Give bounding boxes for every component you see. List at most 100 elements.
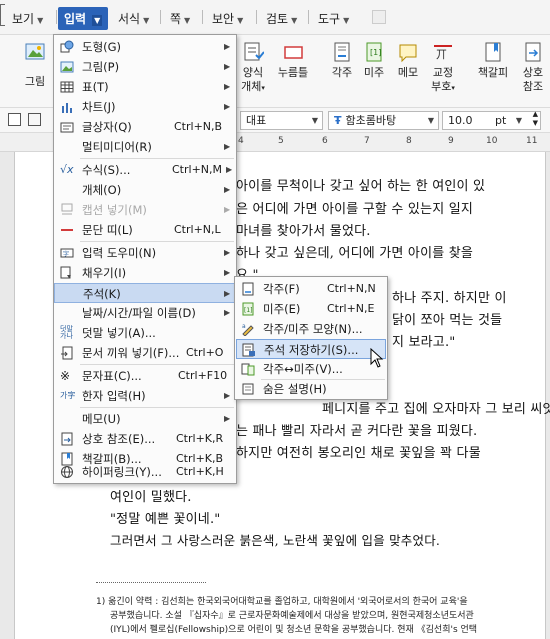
menu-item-date-time[interactable]: 날짜/시간/파일 이름(D) ▶	[54, 303, 236, 323]
menu-format[interactable]: 서식 ▼	[118, 10, 149, 27]
crossref-label-2: 참조	[522, 80, 544, 93]
picture-button[interactable]: 그림	[20, 41, 50, 88]
spinner-icon[interactable]: ▲ ▼	[533, 110, 538, 128]
menu-item-caption[interactable]: 캡션 넣기(M) ▶	[54, 200, 236, 220]
chevron-right-icon: ▶	[224, 414, 231, 423]
chart-icon	[62, 103, 72, 113]
chevron-right-icon: ▶	[224, 82, 231, 91]
menu-item-annotation[interactable]: 주석(K) ▶	[54, 283, 236, 303]
menu-review[interactable]: 검토 ▼	[266, 10, 297, 27]
memo-button[interactable]: 메모	[393, 41, 423, 80]
menu-item-label: 한자 입력(H)	[82, 389, 146, 403]
endnote-button[interactable]: [1] 미주	[360, 41, 388, 80]
menu-item-label: 각주/미주 모양(N)...	[263, 322, 363, 336]
print-icon[interactable]	[8, 113, 21, 126]
textbox-icon	[60, 122, 74, 133]
menu-security[interactable]: 보안 ▼	[212, 10, 243, 27]
form-object-button[interactable]: 양식 개체▾	[236, 41, 270, 95]
submenu-item-save-notes[interactable]: 주석 저장하기(S)...	[236, 339, 386, 359]
input-menu: 도형(G) ▶ 그림(P) ▶ 표(T) ▶ 차트(J) ▶ 글상자(Q) Ct…	[53, 34, 237, 484]
menu-bar: 보기 ▼ 입력 ▼ 서식 ▼ 쪽 ▼ 보안 ▼ 검토 ▼ 도구 ▼	[0, 0, 550, 35]
ruler-number: 10	[486, 136, 498, 146]
divider	[160, 10, 161, 24]
svg-text:丌: 丌	[436, 48, 447, 61]
hidden-comment-icon	[242, 383, 254, 395]
menu-format-label: 서식	[118, 12, 141, 26]
menu-item-cross-reference[interactable]: 상호 참조(E)... Ctrl+K,R	[54, 429, 236, 449]
ruler-number: 4	[238, 136, 244, 146]
menu-item-chart[interactable]: 차트(J) ▶	[54, 97, 236, 117]
ruler-number: 8	[406, 136, 412, 146]
menu-item-table[interactable]: 표(T) ▶	[54, 77, 236, 97]
menu-item-ruby[interactable]: 덧말 가나 덧말 넣기(A)...	[54, 323, 236, 343]
hyperlink-icon	[61, 466, 73, 478]
ruler-number: 9	[448, 136, 454, 146]
menu-item-object[interactable]: 개체(O) ▶	[54, 180, 236, 200]
menu-item-label: 표(T)	[82, 80, 109, 94]
menu-item-label: 입력 도우미(N)	[82, 246, 157, 260]
menu-item-symbols[interactable]: ※ 문자표(C)... Ctrl+F10	[54, 366, 236, 386]
menu-page[interactable]: 쪽 ▼	[170, 10, 190, 27]
ruby-text-icon: 덧말 가나	[60, 325, 73, 340]
submenu-item-endnote[interactable]: [1] 미주(E) Ctrl+N,E	[235, 299, 387, 319]
menu-item-label: 개체(O)	[82, 183, 122, 197]
menu-view[interactable]: 보기 ▼	[12, 10, 43, 27]
chevron-down-icon: ▼	[184, 16, 191, 25]
menu-item-label: 문자표(C)...	[82, 369, 142, 383]
chevron-right-icon: ▶	[224, 308, 231, 317]
menu-tools[interactable]: 도구 ▼	[318, 10, 349, 27]
chevron-down-icon: ▼	[427, 116, 434, 125]
menu-item-fill[interactable]: 채우기(I) ▶	[54, 263, 236, 283]
style-select[interactable]: 대표 ▼	[240, 111, 323, 130]
page-view-icon[interactable]	[28, 113, 41, 126]
proof-mark-button[interactable]: 丌 교정 부호▾	[428, 41, 458, 95]
click-field-button[interactable]: 누름틀	[276, 41, 310, 80]
svg-text:字: 字	[63, 250, 69, 258]
menu-item-picture[interactable]: 그림(P) ▶	[54, 57, 236, 77]
bookmark-button[interactable]: 책갈피	[476, 41, 510, 80]
equation-icon: √x	[60, 163, 74, 176]
proof-label-1: 교정	[432, 66, 454, 79]
menu-item-textbox[interactable]: 글상자(Q) Ctrl+N,B	[54, 117, 236, 137]
chevron-right-icon: ▶	[224, 142, 231, 151]
menu-item-label: 문서 끼워 넣기(F)...	[82, 346, 180, 360]
menu-item-input-helper[interactable]: 字 입력 도우미(N) ▶	[54, 243, 236, 263]
menu-view-label: 보기	[12, 12, 35, 26]
mouse-cursor-icon	[370, 348, 384, 368]
menu-item-hyperlink[interactable]: 하이퍼링크(Y)... Ctrl+K,H	[54, 463, 236, 481]
font-size-select[interactable]: 10.0 pt ▼ ▲ ▼	[442, 110, 541, 130]
footnote-label: 각주	[331, 66, 353, 79]
chevron-right-icon: ▶	[224, 205, 231, 214]
memo-label: 메모	[397, 66, 419, 79]
cross-reference-button[interactable]: 상호 참조	[516, 41, 550, 94]
font-size-value: 10.0	[448, 114, 473, 127]
footnote-button[interactable]: 각주	[328, 41, 356, 80]
submenu-item-convert-notes[interactable]: 각주↔미주(V)...	[235, 359, 387, 379]
menu-item-shortcut: Ctrl+N,L	[174, 223, 221, 236]
menu-item-memo[interactable]: 메모(U) ▶	[54, 409, 236, 429]
submenu-item-note-shape[interactable]: a 각주/미주 모양(N)...	[235, 319, 387, 339]
chevron-right-icon: ▶	[226, 165, 233, 174]
menu-item-shortcut: Ctrl+O	[186, 346, 224, 359]
menu-item-multimedia[interactable]: 멀티미디어(R) ▶	[54, 137, 236, 157]
menu-item-shape[interactable]: 도형(G) ▶	[54, 37, 236, 57]
caption-icon	[61, 203, 73, 215]
click-field-label: 누름틀	[277, 66, 309, 79]
picture-label: 그림	[24, 75, 46, 88]
font-select[interactable]: Ŧ 함초롬바탕 ▼	[328, 111, 439, 130]
menu-item-shortcut: Ctrl+N,M	[172, 163, 223, 176]
submenu-item-footnote[interactable]: 각주(F) Ctrl+N,N	[235, 279, 387, 299]
cross-reference-icon	[61, 432, 73, 446]
input-helper-icon: 字	[60, 248, 74, 258]
menu-input[interactable]: 입력 ▼	[58, 7, 109, 30]
menu-item-paragraph-band[interactable]: 문단 띠(L) Ctrl+N,L	[54, 220, 236, 240]
chevron-down-icon: ▼	[311, 116, 318, 125]
menu-item-hanja[interactable]: 가字 한자 입력(H) ▶	[54, 386, 236, 406]
quick-access-icon[interactable]	[372, 10, 386, 24]
menu-item-equation[interactable]: √x 수식(S)... Ctrl+N,M ▶	[54, 160, 236, 180]
menu-item-insert-document[interactable]: 문서 끼워 넣기(F)... Ctrl+O	[54, 343, 236, 363]
chevron-right-icon: ▶	[224, 102, 231, 111]
submenu-item-hidden-comment[interactable]: 숨은 설명(H)	[235, 379, 387, 399]
chevron-right-icon: ▶	[224, 248, 231, 257]
menu-separator	[80, 158, 234, 159]
